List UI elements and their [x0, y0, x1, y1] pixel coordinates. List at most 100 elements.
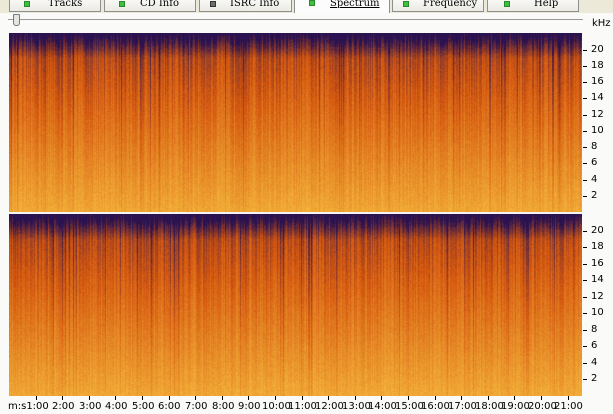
time-tick-mark [169, 396, 170, 400]
freq-tick-label: 10 [591, 125, 604, 136]
freq-tick-mark [583, 363, 587, 364]
green-square-icon [504, 1, 510, 7]
freq-tick-label: 10 [591, 307, 604, 318]
time-tick-label: 18:00 [475, 401, 504, 412]
tab-spectrum[interactable]: Spectrum [294, 0, 390, 13]
time-tick-label: 10:00 [262, 401, 291, 412]
freq-tick-label: 16 [591, 258, 604, 269]
time-tick-mark [355, 396, 356, 400]
time-tick-label: 15:00 [395, 401, 424, 412]
tab-help[interactable]: Help [487, 0, 579, 12]
freq-tick-label: 8 [591, 324, 598, 335]
freq-tick-mark [583, 82, 587, 83]
time-tick-mark [408, 396, 409, 400]
gray-square-icon [210, 1, 216, 7]
time-tick-mark [195, 396, 196, 400]
freq-tick-mark [583, 163, 587, 164]
time-tick-label: 2:00 [52, 401, 75, 412]
time-tick-mark [488, 396, 489, 400]
tab-label: Spectrum [330, 0, 380, 9]
time-tick-label: 13:00 [342, 401, 371, 412]
freq-tick-mark [583, 280, 587, 281]
green-square-icon [119, 1, 125, 7]
time-tick-label: 11:00 [288, 401, 317, 412]
time-tick-label: 16:00 [421, 401, 450, 412]
freq-tick-label: 14 [591, 92, 604, 103]
freq-tick-label: 2 [591, 190, 598, 201]
tab-label: Tracks [48, 0, 83, 9]
frequency-unit-label: kHz [592, 18, 611, 29]
freq-tick-label: 12 [591, 109, 604, 120]
time-tick-mark [275, 396, 276, 400]
spectrogram-right-channel [9, 214, 582, 396]
tab-tracks[interactable]: Tracks [9, 0, 101, 12]
freq-tick-mark [583, 50, 587, 51]
freq-tick-label: 20 [591, 225, 604, 236]
time-tick-mark [568, 396, 569, 400]
time-tick-label: 4:00 [105, 401, 128, 412]
green-square-icon [309, 0, 315, 6]
time-tick-label: 3:00 [79, 401, 102, 412]
freq-tick-label: 4 [591, 174, 598, 185]
freq-tick-mark [583, 66, 587, 67]
time-tick-mark [328, 396, 329, 400]
position-slider-track[interactable] [8, 19, 583, 23]
freq-tick-label: 2 [591, 373, 598, 384]
freq-tick-mark [583, 196, 587, 197]
time-tick-label: 12:00 [315, 401, 344, 412]
freq-tick-mark [583, 346, 587, 347]
tab-frequency[interactable]: Frequency [392, 0, 484, 12]
time-tick-label: 5:00 [132, 401, 155, 412]
time-tick-label: 20:00 [528, 401, 557, 412]
time-tick-label: 17:00 [448, 401, 477, 412]
time-tick-mark [36, 396, 37, 400]
time-tick-mark [115, 396, 116, 400]
time-tick-label: 6:00 [158, 401, 181, 412]
frequency-axis-panel [582, 33, 613, 396]
green-square-icon [24, 1, 30, 7]
time-tick-mark [89, 396, 90, 400]
time-tick-mark [62, 396, 63, 400]
freq-tick-mark [583, 330, 587, 331]
time-tick-label: 8:00 [212, 401, 235, 412]
tab-label: ISRC Info [230, 0, 280, 9]
freq-tick-mark [583, 247, 587, 248]
time-tick-mark [435, 396, 436, 400]
tab-label: CD Info [140, 0, 179, 9]
freq-tick-mark [583, 313, 587, 314]
time-tick-mark [541, 396, 542, 400]
freq-tick-mark [583, 131, 587, 132]
freq-tick-mark [583, 297, 587, 298]
time-tick-label: 19:00 [501, 401, 530, 412]
time-tick-label: m:s1:00 [8, 401, 49, 412]
freq-tick-label: 12 [591, 291, 604, 302]
freq-tick-mark [583, 180, 587, 181]
tab-isrc-info[interactable]: ISRC Info [199, 0, 292, 12]
freq-tick-label: 8 [591, 141, 598, 152]
freq-tick-mark [583, 231, 587, 232]
time-tick-mark [248, 396, 249, 400]
left-margin [0, 33, 9, 396]
time-tick-label: 7:00 [185, 401, 208, 412]
position-slider-area [0, 13, 613, 33]
time-tick-mark [302, 396, 303, 400]
tab-bar: Tracks CD Info ISRC Info Spectrum Freque… [0, 0, 613, 13]
time-tick-mark [461, 396, 462, 400]
freq-tick-mark [583, 115, 587, 116]
tab-label: Frequency [423, 0, 478, 9]
freq-tick-label: 16 [591, 76, 604, 87]
tab-label: Help [534, 0, 559, 9]
freq-tick-label: 20 [591, 44, 604, 55]
freq-tick-label: 18 [591, 60, 604, 71]
tab-cd-info[interactable]: CD Info [104, 0, 196, 12]
time-tick-label: 14:00 [368, 401, 397, 412]
time-tick-mark [381, 396, 382, 400]
freq-tick-mark [583, 147, 587, 148]
position-slider-thumb[interactable] [13, 14, 20, 26]
spectrogram-left-channel [9, 33, 582, 212]
freq-tick-mark [583, 379, 587, 380]
freq-tick-mark [583, 98, 587, 99]
time-tick-mark [222, 396, 223, 400]
freq-tick-mark [583, 264, 587, 265]
freq-tick-label: 4 [591, 357, 598, 368]
